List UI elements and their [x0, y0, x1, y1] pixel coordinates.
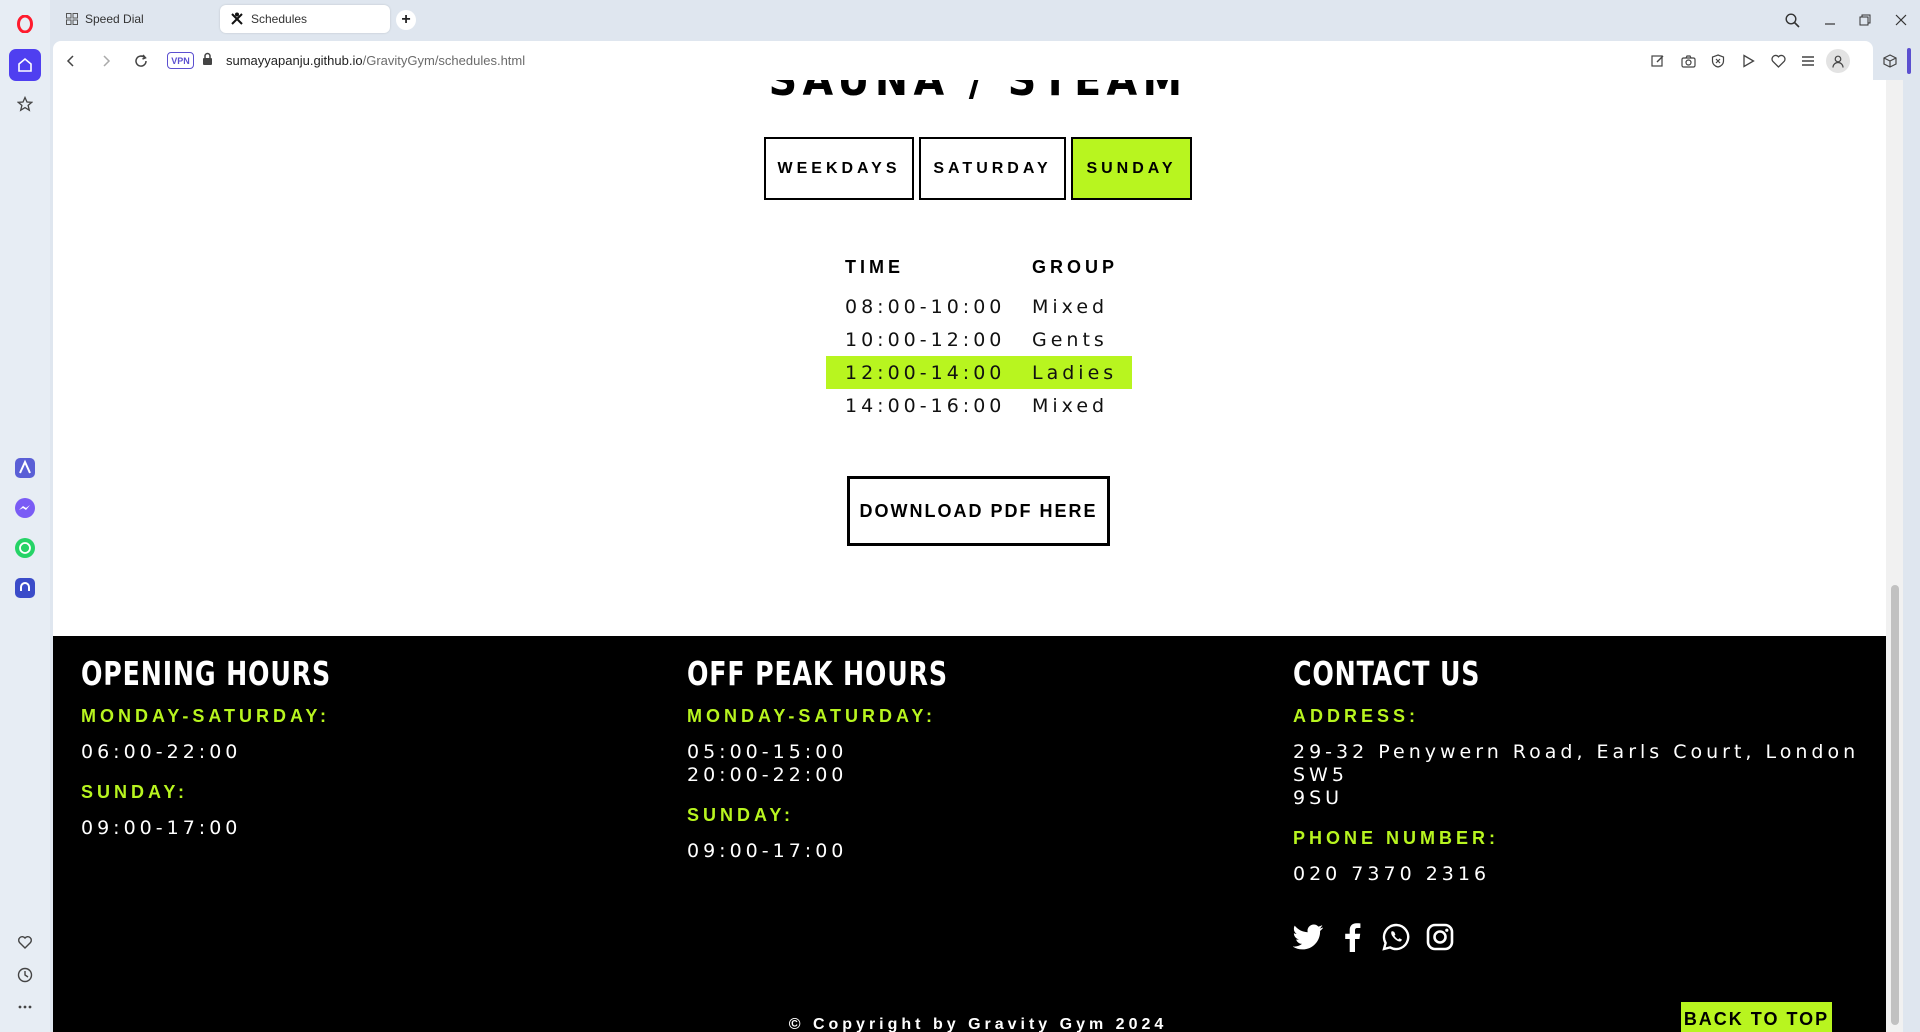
adblock-shield-icon[interactable] — [1708, 51, 1728, 71]
url-field[interactable]: sumayyapanju.github.io/GravityGym/schedu… — [226, 53, 525, 68]
more-dots-icon[interactable] — [9, 991, 41, 1023]
twitter-icon[interactable] — [1293, 922, 1323, 952]
time-cell: 10:00-12:00 — [845, 329, 1006, 351]
download-pdf-button[interactable]: DOWNLOAD PDF HERE — [847, 476, 1110, 546]
player-play-icon[interactable] — [1738, 51, 1758, 71]
address-label: ADDRESS: — [1293, 706, 1420, 726]
aria-app-icon[interactable] — [9, 452, 41, 484]
phone-value: 020 7370 2316 — [1293, 863, 1491, 885]
lock-icon[interactable] — [202, 52, 213, 71]
tab-schedules[interactable]: Schedules — [220, 5, 390, 33]
gym-icon — [230, 12, 244, 26]
camera-icon[interactable] — [1678, 51, 1698, 71]
forward-icon[interactable] — [96, 51, 116, 71]
grid-icon — [66, 13, 78, 25]
tab-sunday[interactable]: SUNDAY — [1071, 137, 1192, 200]
opening-hours-title: OPENING HOURS — [81, 654, 332, 693]
tab-saturday[interactable]: SATURDAY — [919, 137, 1066, 200]
snapshot-edit-icon[interactable] — [1648, 51, 1668, 71]
contact-title: CONTACT US — [1293, 654, 1481, 693]
heart-icon[interactable] — [9, 926, 41, 958]
back-icon[interactable] — [61, 51, 81, 71]
sidebar-accent-bar — [1907, 48, 1911, 74]
tab-label: Speed Dial — [85, 12, 144, 26]
restore-icon[interactable] — [1854, 9, 1876, 31]
url-path: /GravityGym/schedules.html — [362, 53, 526, 68]
pinboards-star-icon[interactable] — [9, 88, 41, 120]
time-cell: 12:00-14:00 — [845, 362, 1006, 384]
group-cell: Ladies — [1032, 362, 1118, 384]
group-cell: Mixed — [1032, 395, 1109, 417]
music-player-icon[interactable] — [9, 572, 41, 604]
contact-section: CONTACT US ADDRESS: 29-32 Penywern Road,… — [1293, 654, 1883, 886]
browser-sidebar — [0, 0, 50, 1032]
history-clock-icon[interactable] — [9, 959, 41, 991]
whatsapp-icon[interactable] — [1381, 922, 1411, 952]
url-host: sumayyapanju.github.io — [226, 53, 363, 68]
search-tabs-icon[interactable] — [1781, 9, 1803, 31]
web-page: SAUNA / STEAM WEEKDAYS SATURDAY SUNDAY T… — [53, 80, 1903, 1032]
schedule-row: 14:00-16:00 Mixed — [826, 389, 1132, 422]
opening-value-weekdays: 06:00-22:00 — [81, 741, 242, 763]
easy-setup-icon[interactable] — [1798, 51, 1818, 71]
off-peak-value-sunday: 09:00-17:00 — [687, 840, 848, 862]
page-scrollbar[interactable] — [1886, 80, 1903, 1032]
schedule-row-highlighted: 12:00-14:00 Ladies — [826, 356, 1132, 389]
messenger-icon[interactable] — [9, 492, 41, 524]
tab-label: Schedules — [251, 12, 308, 26]
new-tab-button[interactable]: + — [396, 10, 416, 30]
vpn-badge[interactable]: VPN — [167, 52, 194, 69]
social-links — [1293, 922, 1455, 952]
column-header-group: GROUP — [1032, 257, 1119, 277]
address-value: 29-32 Penywern Road, Earls Court, London… — [1293, 741, 1860, 809]
opening-value-sunday: 09:00-17:00 — [81, 817, 242, 839]
group-cell: Gents — [1032, 329, 1108, 351]
page-title: SAUNA / STEAM — [768, 80, 1188, 106]
schedule-row: 08:00-10:00 Mixed — [826, 290, 1132, 323]
bookmark-heart-icon[interactable] — [1768, 51, 1788, 71]
off-peak-section: OFF PEAK HOURS MONDAY-SATURDAY: 05:00-15… — [687, 654, 994, 863]
copyright-text: © Copyright by Gravity Gym 2024 — [788, 1016, 1168, 1032]
off-peak-value-weekdays: 05:00-15:00 20:00-22:00 — [687, 741, 848, 786]
time-cell: 08:00-10:00 — [845, 296, 1006, 318]
time-cell: 14:00-16:00 — [845, 395, 1006, 417]
opening-label-weekdays: MONDAY-SATURDAY: — [81, 706, 331, 726]
off-peak-label-weekdays: MONDAY-SATURDAY: — [687, 706, 937, 726]
home-icon[interactable] — [9, 49, 41, 81]
scrollbar-thumb[interactable] — [1891, 585, 1899, 1025]
off-peak-title: OFF PEAK HOURS — [687, 654, 948, 693]
tab-bar: Speed Dial Schedules + — [50, 0, 1920, 40]
off-peak-label-sunday: SUNDAY: — [687, 805, 795, 825]
opera-logo-icon[interactable] — [9, 8, 41, 40]
close-window-icon[interactable] — [1890, 9, 1912, 31]
profile-icon[interactable] — [1826, 49, 1850, 73]
tab-weekdays[interactable]: WEEKDAYS — [764, 137, 914, 200]
schedule-row: 10:00-12:00 Gents — [826, 323, 1132, 356]
footer: OPENING HOURS MONDAY-SATURDAY: 06:00-22:… — [53, 636, 1903, 1032]
phone-label: PHONE NUMBER: — [1293, 828, 1500, 848]
extensions-cube-icon[interactable] — [1880, 51, 1900, 71]
instagram-icon[interactable] — [1425, 922, 1455, 952]
tab-speed-dial[interactable]: Speed Dial — [56, 5, 221, 33]
opening-label-sunday: SUNDAY: — [81, 782, 189, 802]
back-to-top-button[interactable]: BACK TO TOP — [1679, 1000, 1834, 1032]
address-bar: VPN sumayyapanju.github.io/GravityGym/sc… — [53, 41, 1897, 80]
reload-icon[interactable] — [131, 51, 151, 71]
group-cell: Mixed — [1032, 296, 1109, 318]
column-header-time: TIME — [845, 257, 904, 277]
minimize-icon[interactable] — [1819, 9, 1841, 31]
facebook-icon[interactable] — [1337, 922, 1367, 952]
opening-hours-section: OPENING HOURS MONDAY-SATURDAY: 06:00-22:… — [81, 654, 375, 840]
whatsapp-sidebar-icon[interactable] — [9, 532, 41, 564]
